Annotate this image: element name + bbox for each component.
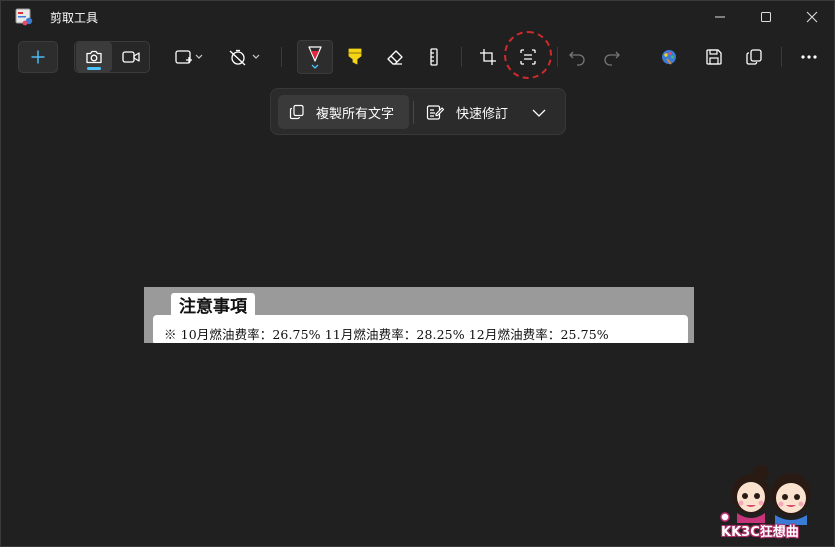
action-divider: [413, 101, 414, 124]
snip-photo-mode-button[interactable]: [76, 42, 112, 72]
captured-image: 注意事項 ※ 10月燃油费率：26.75% 11月燃油费率：28.25% 12月…: [144, 287, 694, 343]
more-icon: [801, 55, 817, 59]
redo-button[interactable]: [597, 41, 627, 73]
pen-icon: [308, 46, 322, 69]
ballpoint-pen-button[interactable]: [297, 40, 333, 74]
quick-redact-label: 快速修訂: [456, 106, 509, 122]
redact-options-dropdown[interactable]: [529, 103, 549, 123]
title-bar: 剪取工具: [1, 1, 834, 33]
toolbar-divider: [781, 47, 782, 67]
highlighter-icon: [348, 48, 362, 65]
copy-all-text-button[interactable]: 複製所有文字: [278, 95, 409, 129]
copy-all-text-label: 複製所有文字: [316, 106, 395, 122]
text-actions-bar: 複製所有文字 快速修訂: [270, 88, 566, 135]
highlighter-button[interactable]: [338, 41, 372, 73]
crop-button[interactable]: [472, 41, 504, 73]
capture-text: ※ 10月燃油费率：26.75% 11月燃油费率：28.25% 12月燃油费率：…: [164, 327, 609, 342]
quick-redact-button[interactable]: 快速修訂: [418, 95, 518, 129]
watermark-text: KK3C狂想曲: [721, 525, 799, 540]
window-title: 剪取工具: [50, 11, 99, 25]
undo-icon: [569, 51, 585, 66]
new-snip-button[interactable]: [18, 41, 58, 73]
snip-delay-button[interactable]: [223, 41, 265, 73]
crop-icon: [480, 49, 496, 65]
minimize-button[interactable]: [697, 1, 743, 33]
minimize-icon: [715, 16, 725, 18]
toolbar: [1, 37, 834, 77]
more-options-button[interactable]: [792, 41, 826, 73]
video-camera-icon: [122, 51, 140, 63]
chevron-down-icon: [532, 109, 546, 117]
paint-icon: [662, 50, 676, 65]
copy-icon: [746, 49, 762, 65]
maximize-button[interactable]: [743, 1, 789, 33]
plus-icon: [31, 50, 45, 64]
undo-button[interactable]: [562, 41, 592, 73]
copy-icon: [289, 104, 304, 120]
maximize-icon: [761, 12, 771, 22]
rectangle-select-icon: [175, 50, 203, 64]
redo-icon: [604, 51, 620, 66]
toolbar-divider: [281, 47, 282, 67]
app-icon: [15, 8, 35, 26]
capture-text-line: ※ 10月燃油费率：26.75% 11月燃油费率：28.25% 12月燃油费率：…: [153, 315, 688, 343]
redact-icon: [426, 105, 444, 120]
timer-off-icon: [229, 49, 260, 66]
close-icon: [806, 11, 818, 23]
highlight-annotation-circle: [504, 31, 552, 79]
eraser-button[interactable]: [378, 41, 412, 73]
save-icon: [706, 49, 722, 65]
snip-shape-button[interactable]: [169, 41, 209, 73]
snipping-tool-window: 剪取工具 複製所有文字 快速修訂 注意事項 ※ 10月燃油费率：26.75% 1…: [0, 0, 835, 547]
save-button[interactable]: [698, 41, 730, 73]
watermark: KK3C狂想曲: [711, 459, 829, 543]
paint-button[interactable]: [653, 41, 685, 73]
snip-video-mode-button[interactable]: [113, 42, 149, 72]
copy-button[interactable]: [738, 41, 770, 73]
selected-indicator: [87, 67, 101, 70]
ruler-icon: [430, 48, 438, 66]
close-button[interactable]: [789, 1, 835, 33]
camera-icon: [86, 50, 102, 64]
ruler-button[interactable]: [418, 41, 450, 73]
toolbar-divider: [461, 47, 462, 67]
eraser-icon: [387, 50, 403, 65]
snip-mode-group: [74, 41, 150, 73]
toolbar-divider: [557, 47, 558, 67]
